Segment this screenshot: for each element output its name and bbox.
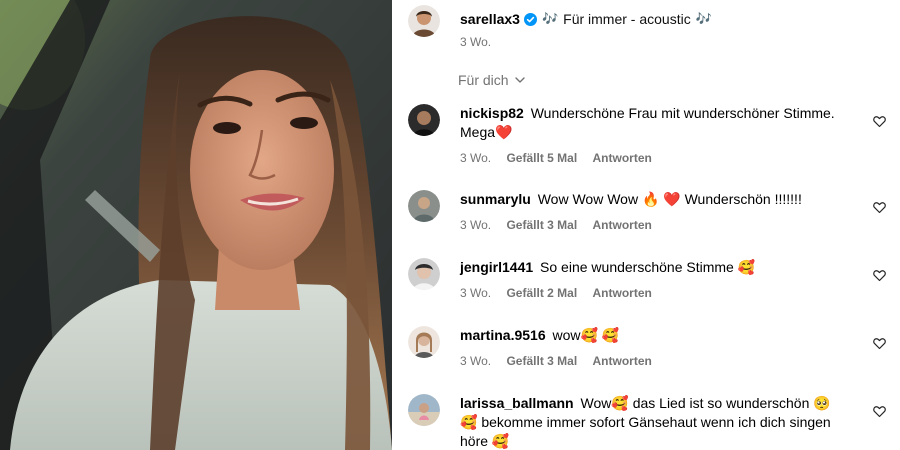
comment-time: 3 Wo.	[460, 354, 492, 368]
comment-time: 3 Wo.	[460, 286, 492, 300]
author-avatar-image	[408, 5, 440, 37]
commenter-avatar-image	[408, 104, 440, 136]
comment-sort-dropdown[interactable]: Für dich	[458, 72, 526, 88]
comment-meta: 3 Wo. Gefällt 5 Mal Antworten	[460, 151, 664, 165]
music-note-icon-trailing: 🎶	[695, 11, 712, 26]
commenter-avatar-image	[408, 326, 440, 358]
reply-button[interactable]: Antworten	[593, 354, 652, 368]
commenter-avatar-image	[408, 258, 440, 290]
comment-body: larissa_ballmann Wow🥰 das Lied ist so wu…	[460, 394, 850, 450]
heart-outline-icon[interactable]	[873, 115, 886, 128]
heart-outline-icon[interactable]	[873, 405, 886, 418]
instagram-post-view: sarellax3 🎶 Für immer - acoustic 🎶 3 Wo.…	[0, 0, 900, 450]
reply-button[interactable]: Antworten	[593, 151, 652, 165]
chevron-down-icon	[514, 74, 526, 86]
comment-likes[interactable]: Gefällt 3 Mal	[506, 354, 577, 368]
comment-sort-label: Für dich	[458, 72, 509, 88]
comment-body: sunmarylu Wow Wow Wow 🔥 ❤️ Wunderschön !…	[460, 190, 850, 209]
comment-text: wow🥰 🥰	[552, 327, 620, 343]
heart-outline-icon[interactable]	[873, 337, 886, 350]
comment-item: martina.9516 wow🥰 🥰 3 Wo. Gefällt 3 Mal …	[408, 326, 894, 374]
heart-outline-icon[interactable]	[873, 201, 886, 214]
commenter-avatar[interactable]	[408, 326, 440, 358]
video-frame-illustration	[0, 0, 392, 450]
comment-username[interactable]: martina.9516	[460, 327, 546, 343]
post-timestamp: 3 Wo.	[460, 35, 492, 49]
heart-outline-icon[interactable]	[873, 269, 886, 282]
comment-time: 3 Wo.	[460, 218, 492, 232]
comment-username[interactable]: sunmarylu	[460, 191, 531, 207]
reply-button[interactable]: Antworten	[593, 218, 652, 232]
comment-time: 3 Wo.	[460, 151, 492, 165]
comment-body: martina.9516 wow🥰 🥰	[460, 326, 850, 345]
comment-username[interactable]: jengirl1441	[460, 259, 533, 275]
commenter-avatar-image	[408, 190, 440, 222]
post-video[interactable]	[0, 0, 392, 450]
commenter-avatar[interactable]	[408, 190, 440, 222]
comment-item: larissa_ballmann Wow🥰 das Lied ist so wu…	[408, 394, 894, 450]
author-line: sarellax3 🎶 Für immer - acoustic 🎶	[460, 11, 717, 27]
commenter-avatar[interactable]	[408, 104, 440, 136]
reply-button[interactable]: Antworten	[593, 286, 652, 300]
author-username[interactable]: sarellax3	[460, 11, 520, 27]
comment-body: nickisp82 Wunderschöne Frau mit wundersc…	[460, 104, 850, 142]
comment-likes[interactable]: Gefällt 2 Mal	[506, 286, 577, 300]
comment-meta: 3 Wo. Gefällt 2 Mal Antworten	[460, 286, 664, 300]
commenter-avatar[interactable]	[408, 258, 440, 290]
comment-likes[interactable]: Gefällt 3 Mal	[506, 218, 577, 232]
comment-meta: 3 Wo. Gefällt 3 Mal Antworten	[460, 354, 664, 368]
comment-item: sunmarylu Wow Wow Wow 🔥 ❤️ Wunderschön !…	[408, 190, 894, 238]
comment-text: So eine wunderschöne Stimme 🥰	[540, 259, 756, 275]
song-title[interactable]: Für immer - acoustic	[563, 11, 691, 27]
verified-badge-icon	[523, 12, 537, 26]
comments-panel: sarellax3 🎶 Für immer - acoustic 🎶 3 Wo.…	[392, 0, 900, 450]
commenter-avatar[interactable]	[408, 394, 440, 426]
comment-item: nickisp82 Wunderschöne Frau mit wundersc…	[408, 104, 894, 168]
comment-username[interactable]: nickisp82	[460, 105, 524, 121]
comment-text: Wow Wow Wow 🔥 ❤️ Wunderschön !!!!!!!	[537, 191, 802, 207]
author-avatar[interactable]	[408, 5, 440, 37]
comment-likes[interactable]: Gefällt 5 Mal	[506, 151, 577, 165]
comment-body: jengirl1441 So eine wunderschöne Stimme …	[460, 258, 850, 277]
comment-username[interactable]: larissa_ballmann	[460, 395, 574, 411]
comment-meta: 3 Wo. Gefällt 3 Mal Antworten	[460, 218, 664, 232]
music-note-icon: 🎶	[541, 11, 559, 26]
post-author-header: sarellax3 🎶 Für immer - acoustic 🎶 3 Wo.	[408, 5, 878, 49]
commenter-avatar-image	[408, 394, 440, 426]
comment-item: jengirl1441 So eine wunderschöne Stimme …	[408, 258, 894, 306]
